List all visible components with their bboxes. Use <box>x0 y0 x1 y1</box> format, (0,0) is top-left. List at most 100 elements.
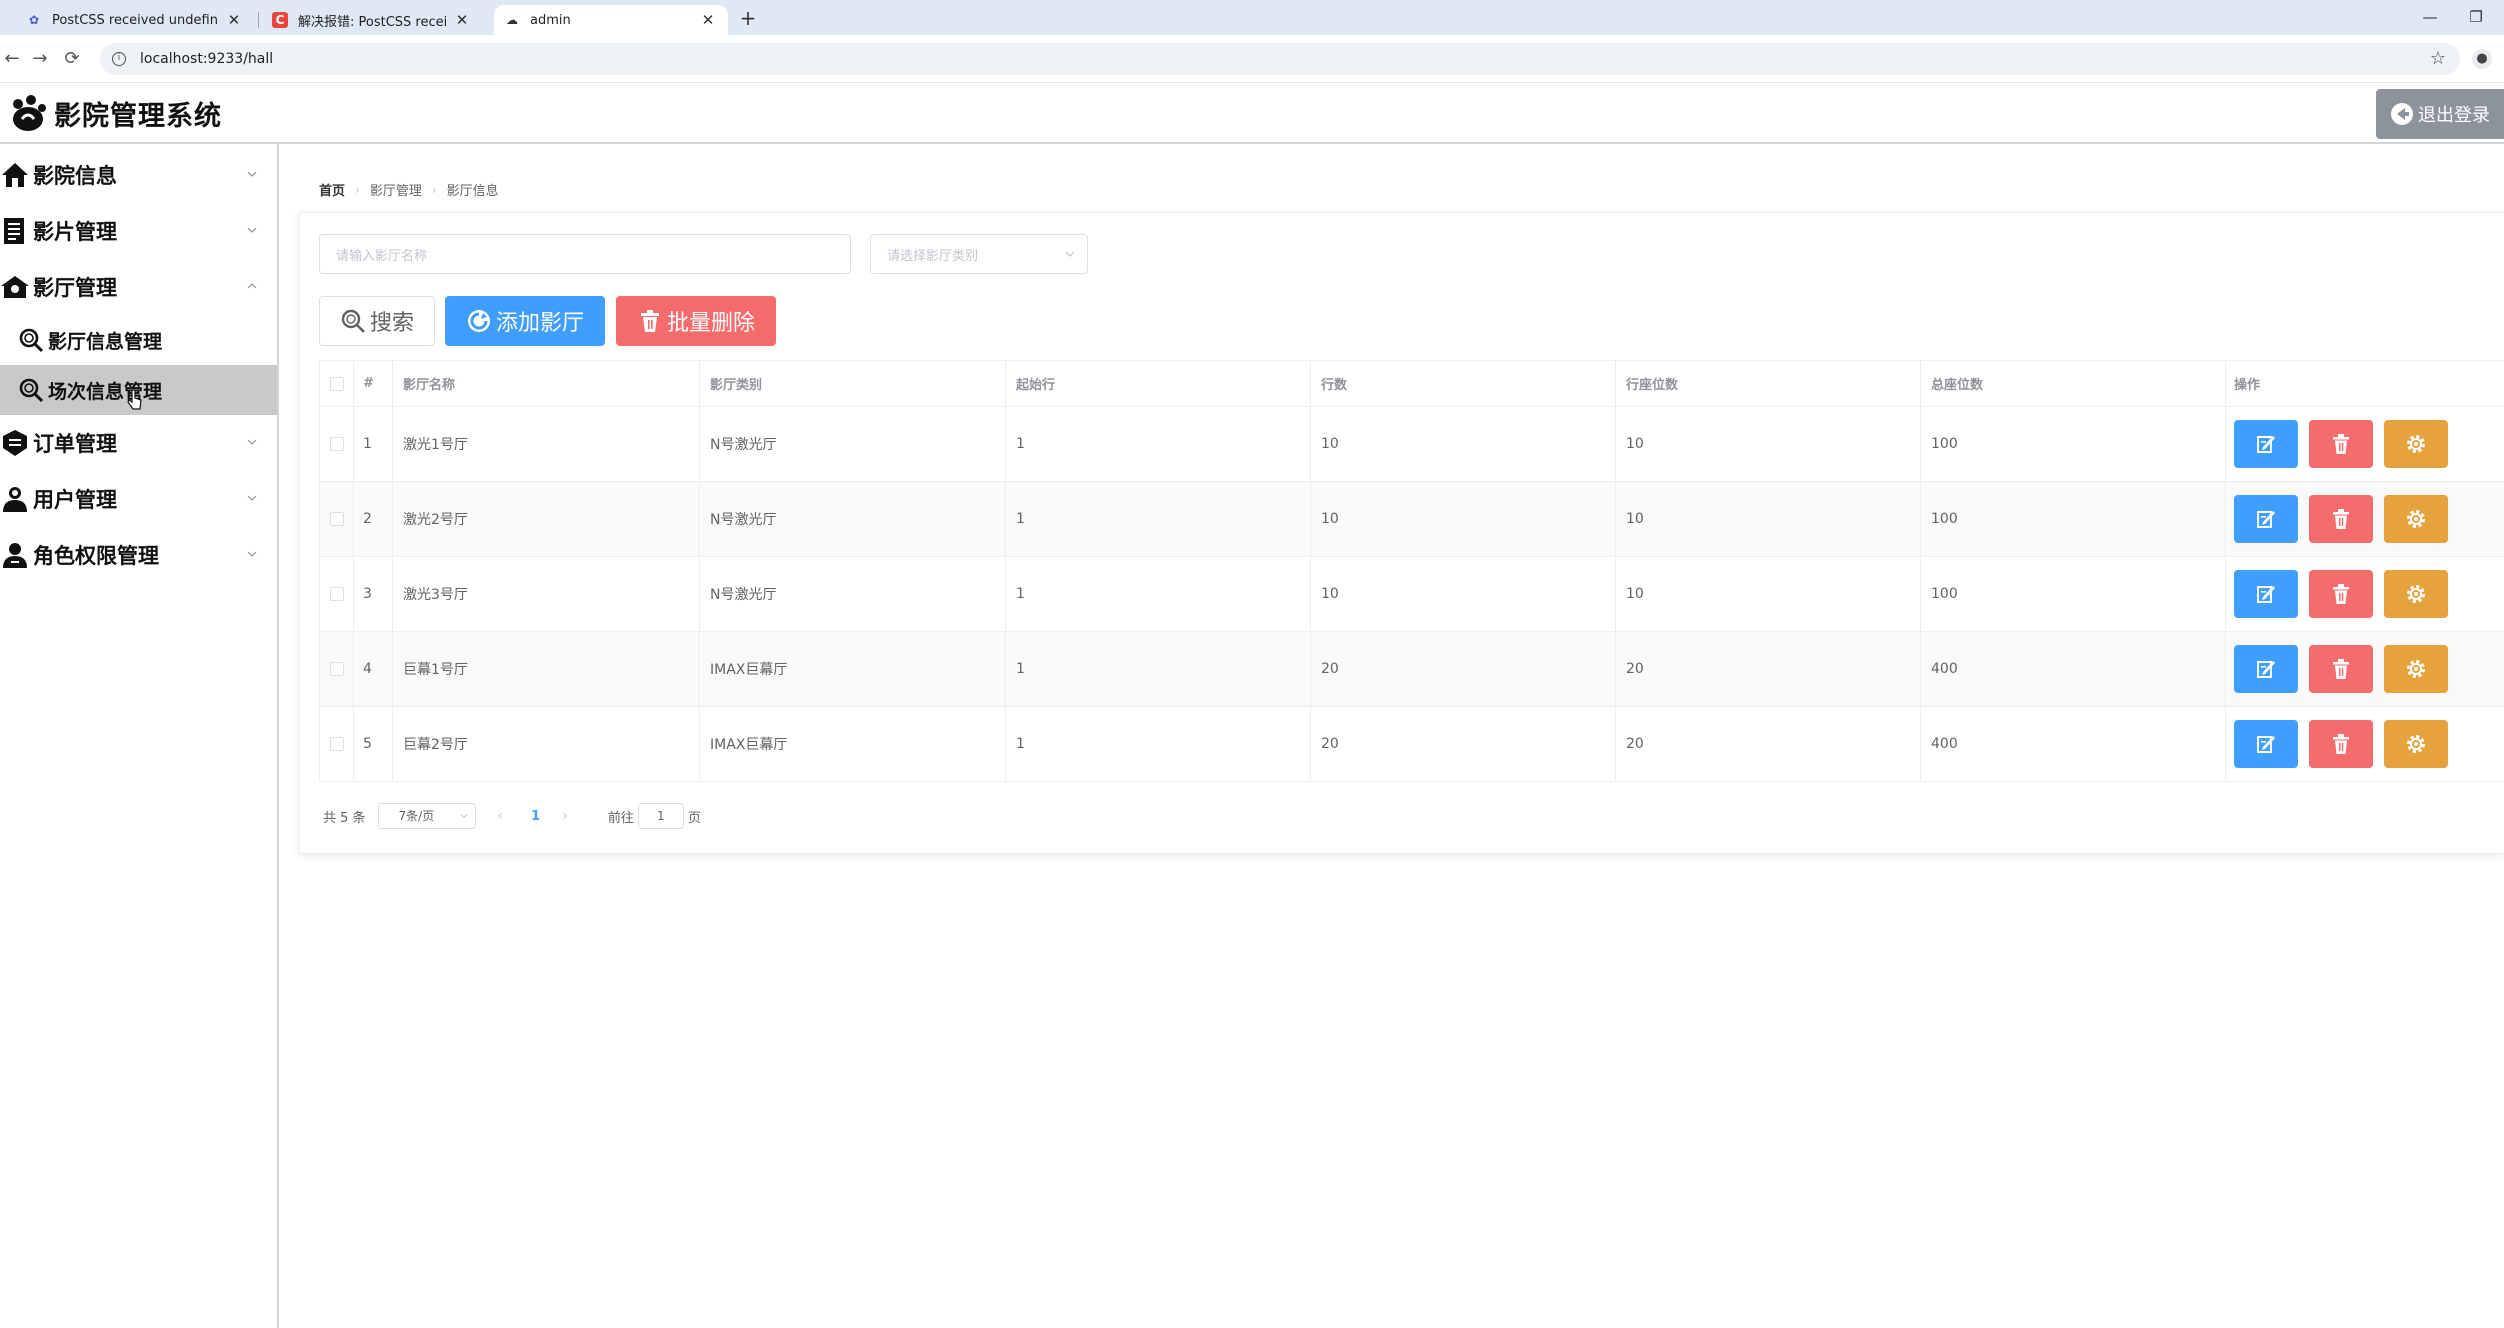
restore-button[interactable]: ❐ <box>2456 3 2496 31</box>
browser-tab-bar: ✿ PostCSS received undefined ✕ C 解决报错: P… <box>0 0 2504 35</box>
cell-row-count: 10 <box>1311 407 1616 481</box>
search-icon <box>19 378 44 403</box>
back-button[interactable]: ← <box>0 47 24 71</box>
browser-tab-3-active[interactable]: ☁ admin ✕ <box>494 5 728 35</box>
logout-icon <box>2391 103 2413 125</box>
browser-tab-1[interactable]: ✿ PostCSS received undefined ✕ <box>16 5 254 35</box>
gear-icon <box>2404 432 2428 456</box>
cell-start-row: 1 <box>1006 632 1311 706</box>
trash-icon <box>2329 732 2353 756</box>
role-icon <box>3 543 27 568</box>
settings-button[interactable] <box>2384 720 2448 768</box>
chevron-down-icon <box>247 551 257 557</box>
reload-button[interactable]: ⟳ <box>60 47 84 71</box>
webpack-icon: ✿ <box>28 13 40 27</box>
close-tab-icon[interactable]: ✕ <box>226 11 242 29</box>
breadcrumb-home[interactable]: 首页 <box>319 180 345 199</box>
cell-total-seats: 100 <box>1921 557 2226 631</box>
delete-button[interactable] <box>2309 420 2373 468</box>
edit-button[interactable] <box>2234 645 2298 693</box>
select-all-checkbox[interactable] <box>329 376 344 391</box>
url-bar[interactable]: i localhost:9233/hall ☆ <box>100 43 2460 75</box>
hall-type-placeholder: 请选择影厅类别 <box>887 248 979 264</box>
hall-type-select[interactable]: 请选择影厅类别 <box>870 234 1088 274</box>
chevron-down-icon <box>247 495 257 501</box>
sidebar-item-user-management[interactable]: 用户管理 <box>0 471 277 527</box>
batch-delete-button[interactable]: 批量删除 <box>616 296 776 346</box>
sidebar-item-cinema-info[interactable]: 影院信息 <box>0 147 277 203</box>
add-circle-icon <box>467 310 490 332</box>
goto-page-input[interactable]: 1 <box>637 803 684 829</box>
settings-button[interactable] <box>2384 420 2448 468</box>
sidebar-subitem-hall-info[interactable]: 影厅信息管理 <box>0 315 277 365</box>
page-suffix: 页 <box>687 810 701 826</box>
prev-page-button[interactable]: ‹ <box>498 808 504 824</box>
delete-button[interactable] <box>2309 645 2373 693</box>
row-checkbox[interactable] <box>329 587 344 601</box>
cell-actions <box>2226 557 2504 631</box>
delete-button[interactable] <box>2309 570 2373 618</box>
edit-button[interactable] <box>2234 720 2298 768</box>
settings-button[interactable] <box>2384 570 2448 618</box>
edit-icon <box>2254 582 2278 606</box>
trash-icon <box>640 310 659 332</box>
chevron-down-icon <box>247 227 257 233</box>
row-checkbox[interactable] <box>329 662 344 676</box>
browser-tab-2[interactable]: C 解决报错: PostCSS received u ✕ <box>262 5 482 35</box>
cell-hall-type: N号激光厅 <box>700 557 1006 631</box>
page-size-select[interactable]: 7条/页 <box>377 803 476 829</box>
logout-label: 退出登录 <box>2418 105 2490 126</box>
sidebar-item-role-permission[interactable]: 角色权限管理 <box>0 527 277 583</box>
url-text[interactable]: localhost:9233/hall <box>140 51 273 67</box>
hall-name-input[interactable]: 请输入影厅名称 <box>319 234 851 274</box>
table-row: 3 激光3号厅 N号激光厅 1 10 10 100 <box>320 557 2504 632</box>
row-checkbox[interactable] <box>329 737 344 751</box>
minimize-button[interactable]: — <box>2410 3 2450 31</box>
column-header-start-row: 起始行 <box>1006 361 1311 406</box>
cell-total-seats: 400 <box>1921 632 2226 706</box>
close-tab-icon[interactable]: ✕ <box>454 11 470 29</box>
profile-icon[interactable]: ● <box>2472 49 2492 69</box>
settings-button[interactable] <box>2384 495 2448 543</box>
column-header-seats-per-row: 行座位数 <box>1616 361 1921 406</box>
cell-hall-name: 激光1号厅 <box>393 407 700 481</box>
cell-actions <box>2226 632 2504 706</box>
column-header-rows: 行数 <box>1311 361 1616 406</box>
sidebar-item-hall-management[interactable]: 影厅管理 <box>0 259 277 315</box>
delete-button[interactable] <box>2309 720 2373 768</box>
row-select-cell <box>320 557 354 631</box>
forward-button[interactable]: → <box>28 47 52 71</box>
cell-row-count: 20 <box>1311 707 1616 781</box>
trash-icon <box>2329 507 2353 531</box>
current-page[interactable]: 1 <box>531 809 540 824</box>
trash-icon <box>2329 582 2353 606</box>
edit-button[interactable] <box>2234 495 2298 543</box>
app-logo: 影院管理系统 <box>8 93 222 133</box>
delete-button[interactable] <box>2309 495 2373 543</box>
goto-label: 前往 <box>607 810 634 826</box>
search-button[interactable]: 搜索 <box>319 296 435 346</box>
site-info-icon[interactable]: i <box>112 52 126 66</box>
settings-button[interactable] <box>2384 645 2448 693</box>
logout-button[interactable]: 退出登录 <box>2376 89 2504 139</box>
sidebar-item-order-management[interactable]: 订单管理 <box>0 415 277 471</box>
edit-button[interactable] <box>2234 570 2298 618</box>
add-hall-button[interactable]: 添加影厅 <box>445 296 605 346</box>
edit-icon <box>2254 732 2278 756</box>
close-tab-icon[interactable]: ✕ <box>700 11 716 29</box>
breadcrumb-separator: › <box>355 182 360 197</box>
edit-icon <box>2254 657 2278 681</box>
mouse-cursor-icon <box>127 389 142 410</box>
sidebar-menu: 影院信息 影片管理 影厅管理 影厅信息管理 场次信息管理 订单管理 用户管理 角… <box>0 144 279 1328</box>
sidebar-item-movie-management[interactable]: 影片管理 <box>0 203 277 259</box>
row-checkbox[interactable] <box>329 437 344 451</box>
cell-row-index: 1 <box>354 407 393 481</box>
column-header-index: # <box>354 361 393 406</box>
cell-seats-per-row: 20 <box>1616 707 1921 781</box>
bookmark-star-icon[interactable]: ☆ <box>2430 48 2446 69</box>
row-checkbox[interactable] <box>329 512 344 526</box>
new-tab-button[interactable]: + <box>735 6 761 32</box>
cell-row-count: 10 <box>1311 557 1616 631</box>
next-page-button[interactable]: › <box>562 808 568 824</box>
edit-button[interactable] <box>2234 420 2298 468</box>
